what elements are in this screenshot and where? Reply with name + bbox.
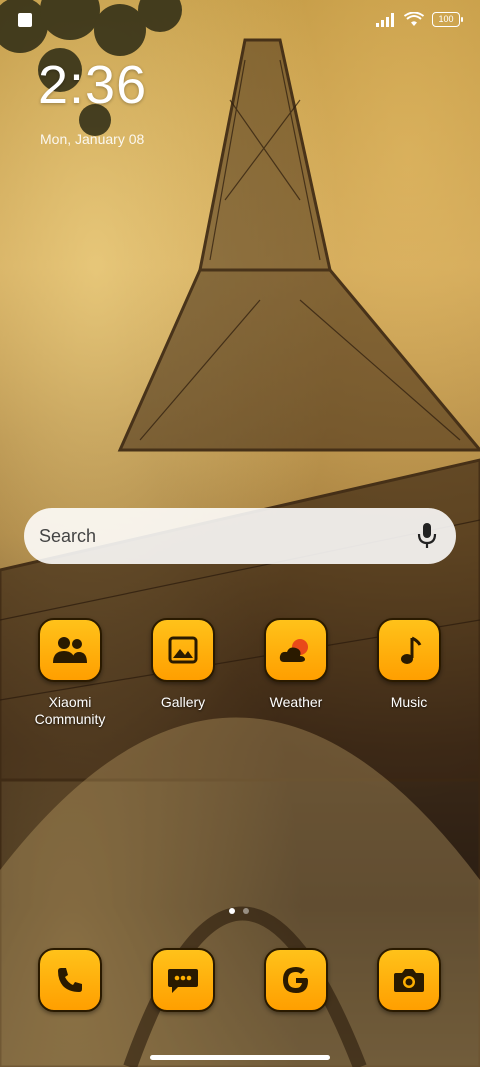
app-music[interactable]: Music [359,618,459,711]
home-indicator[interactable] [150,1055,330,1060]
signal-icon [376,12,394,27]
status-bar: 100 [0,0,480,44]
message-icon [151,948,215,1012]
camera-icon [377,948,441,1012]
page-indicator [229,908,249,914]
wifi-icon [404,12,424,26]
app-label: Xiaomi Community [34,694,106,727]
dock-messages[interactable] [133,948,233,1012]
music-note-icon [377,618,441,682]
page-dot [243,908,249,914]
google-icon [264,948,328,1012]
app-xiaomi-community[interactable]: Xiaomi Community [20,618,120,728]
dock-phone[interactable] [20,948,120,1012]
app-label: Weather [269,694,323,710]
app-weather[interactable]: Weather [246,618,346,711]
app-gallery[interactable]: Gallery [133,618,233,711]
dock-camera[interactable] [359,948,459,1012]
search-bar[interactable]: Search [24,508,456,564]
page-dot-active [229,908,235,914]
phone-icon [38,948,102,1012]
clock-date: Mon, January 08 [40,131,145,147]
notification-icon [18,13,32,27]
microphone-icon[interactable] [416,522,438,550]
weather-icon [264,618,328,682]
search-placeholder: Search [39,525,97,546]
picture-icon [151,618,215,682]
battery-icon: 100 [432,12,463,27]
dock-google[interactable] [246,948,346,1012]
clock-time[interactable]: 2:36 [38,58,147,112]
app-label: Gallery [160,694,206,710]
people-icon [38,618,102,682]
app-label: Music [390,694,428,710]
